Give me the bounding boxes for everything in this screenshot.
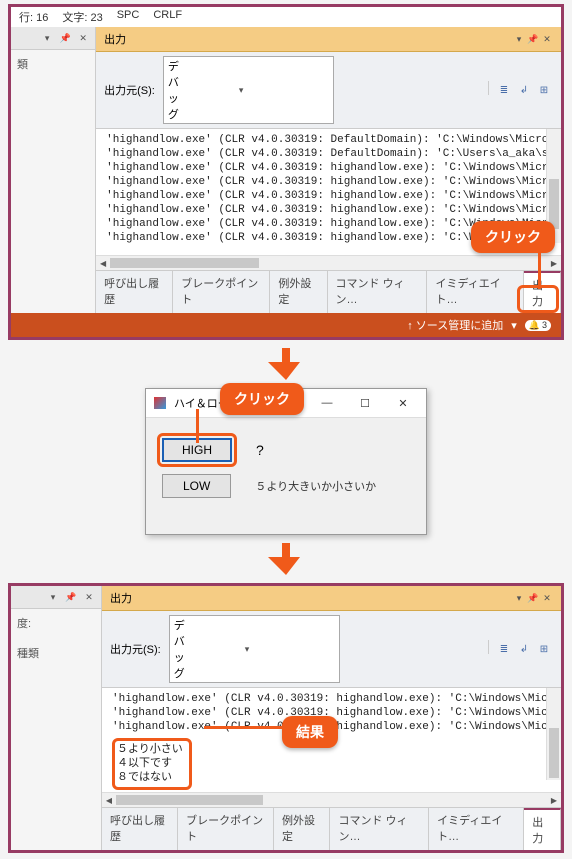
- tab-exceptions[interactable]: 例外設定: [270, 271, 327, 313]
- separator: [488, 640, 489, 654]
- arrow-down-icon: [0, 348, 572, 380]
- output-panel-title: 出力 ▾ 📌 ✕: [96, 27, 561, 52]
- pin-icon[interactable]: 📌: [527, 33, 539, 45]
- output-line: 'highandlow.exe' (CLR v4.0.30319: Defaul…: [106, 133, 555, 147]
- output-source-label: 出力元(S):: [110, 641, 161, 657]
- scrollbar-vertical[interactable]: [546, 688, 561, 780]
- left-content: 類: [11, 50, 95, 78]
- output-line: 'highandlow.exe' (CLR v4.0.30319: highan…: [106, 175, 555, 189]
- tab-callstack[interactable]: 呼び出し履歴: [96, 271, 173, 313]
- arrow-down-icon: [0, 543, 572, 575]
- close-icon[interactable]: ✕: [541, 592, 553, 604]
- dropdown-icon[interactable]: ▾: [513, 33, 525, 45]
- scrollbar-horizontal[interactable]: ◀ ▶: [96, 255, 561, 270]
- close-icon[interactable]: ✕: [77, 32, 89, 44]
- pin-icon[interactable]: 📌: [59, 32, 71, 44]
- solution-pane: ▾ 📌 ✕ 度: 種類: [11, 586, 102, 850]
- maximize-icon[interactable]: ☐: [350, 395, 380, 411]
- toggle-icon[interactable]: ⊞: [535, 640, 553, 658]
- callout-click: クリック: [220, 383, 304, 415]
- solution-pane: ▾ 📌 ✕ 類: [11, 27, 96, 313]
- output-label: 出力: [104, 31, 126, 47]
- highlow-dialog: ハイ＆ロー — ☐ ✕ HIGH ? LOW ５より大きいか小さいか クリック: [145, 388, 427, 535]
- hint-label: ５より大きいか小さいか: [255, 478, 376, 494]
- output-source-row: 出力元(S): デバッグ ≣ ↲ ⊞: [102, 611, 561, 688]
- result-line: ５より小さい: [117, 743, 183, 757]
- tab-output[interactable]: 出力: [524, 808, 561, 850]
- callout-click: クリック: [471, 221, 555, 253]
- high-button[interactable]: HIGH: [162, 438, 232, 462]
- source-control-add[interactable]: ↑ ソース管理に追加: [407, 317, 503, 333]
- tab-command[interactable]: コマンド ウィン…: [328, 271, 428, 313]
- clear-icon[interactable]: ≣: [495, 81, 513, 99]
- left-deg: 度:: [17, 615, 95, 631]
- minimize-icon[interactable]: —: [312, 395, 342, 411]
- pin-icon[interactable]: 📌: [65, 591, 77, 603]
- low-button[interactable]: LOW: [162, 474, 231, 498]
- bottom-tabs: 呼び出し履歴 ブレークポイント 例外設定 コマンド ウィン… イミディエイト… …: [96, 270, 561, 313]
- tab-breakpoints[interactable]: ブレークポイント: [173, 271, 270, 313]
- scroll-right-icon[interactable]: ▶: [547, 793, 561, 807]
- close-icon[interactable]: ✕: [83, 591, 95, 603]
- bottom-tabs: 呼び出し履歴 ブレークポイント 例外設定 コマンド ウィン… イミディエイト… …: [102, 807, 561, 850]
- vs-status-bar: ↑ ソース管理に追加▾ 🔔3: [11, 313, 561, 337]
- tab-output[interactable]: 出力: [524, 271, 561, 313]
- result-line: ４以下です: [117, 757, 183, 771]
- toggle-icon[interactable]: ⊞: [535, 81, 553, 99]
- result-highlight: ５より小さい４以下です８ではない: [112, 738, 192, 790]
- left-types: 種類: [17, 645, 95, 661]
- output-line: 'highandlow.exe' (CLR v4.0.30319: highan…: [106, 189, 555, 203]
- tab-exceptions[interactable]: 例外設定: [274, 808, 330, 850]
- wrap-icon[interactable]: ↲: [515, 640, 533, 658]
- output-source-row: 出力元(S): デバッグ ≣ ↲ ⊞: [96, 52, 561, 129]
- close-icon[interactable]: ✕: [541, 33, 553, 45]
- dropdown-icon[interactable]: ▾: [41, 32, 53, 44]
- tab-breakpoints[interactable]: ブレークポイント: [178, 808, 274, 850]
- output-source-label: 出力元(S):: [104, 82, 155, 98]
- notification-badge[interactable]: 🔔3: [525, 320, 551, 331]
- scroll-left-icon[interactable]: ◀: [96, 256, 110, 270]
- scrollbar-horizontal[interactable]: ◀ ▶: [102, 792, 561, 807]
- output-source-select[interactable]: デバッグ: [169, 615, 341, 683]
- tab-immediate[interactable]: イミディエイト…: [427, 271, 523, 313]
- output-line: 'highandlow.exe' (CLR v4.0.30319: Defaul…: [106, 147, 555, 161]
- status-chars: 文字: 23: [62, 9, 102, 25]
- status-row: 行: 16: [19, 9, 48, 25]
- output-label: 出力: [110, 590, 132, 606]
- callout-line: [204, 726, 282, 729]
- callout-result: 結果: [282, 716, 338, 748]
- output-source-select[interactable]: デバッグ: [163, 56, 335, 124]
- scroll-right-icon[interactable]: ▶: [547, 256, 561, 270]
- output-line: 'highandlow.exe' (CLR v4.0.30319: highan…: [112, 692, 555, 706]
- separator: [488, 81, 489, 95]
- wrap-icon[interactable]: ↲: [515, 81, 533, 99]
- status-bar: 行: 16 文字: 23 SPC CRLF: [11, 7, 561, 27]
- result-line: ８ではない: [117, 771, 183, 785]
- dropdown-icon[interactable]: ▾: [47, 591, 59, 603]
- close-icon[interactable]: ✕: [388, 395, 418, 411]
- tab-immediate[interactable]: イミディエイト…: [429, 808, 524, 850]
- status-crlf: CRLF: [153, 9, 182, 25]
- question-label: ?: [256, 442, 264, 458]
- scroll-left-icon[interactable]: ◀: [102, 793, 116, 807]
- output-line: 'highandlow.exe' (CLR v4.0.30319: highan…: [106, 203, 555, 217]
- pin-icon[interactable]: 📌: [527, 592, 539, 604]
- dropdown-icon[interactable]: ▾: [513, 592, 525, 604]
- output-line: 'highandlow.exe' (CLR v4.0.30319: highan…: [106, 161, 555, 175]
- clear-icon[interactable]: ≣: [495, 640, 513, 658]
- tab-callstack[interactable]: 呼び出し履歴: [102, 808, 178, 850]
- tab-command[interactable]: コマンド ウィン…: [330, 808, 429, 850]
- output-panel-title: 出力 ▾ 📌 ✕: [102, 586, 561, 611]
- app-icon: [154, 397, 166, 409]
- status-spc: SPC: [117, 9, 140, 25]
